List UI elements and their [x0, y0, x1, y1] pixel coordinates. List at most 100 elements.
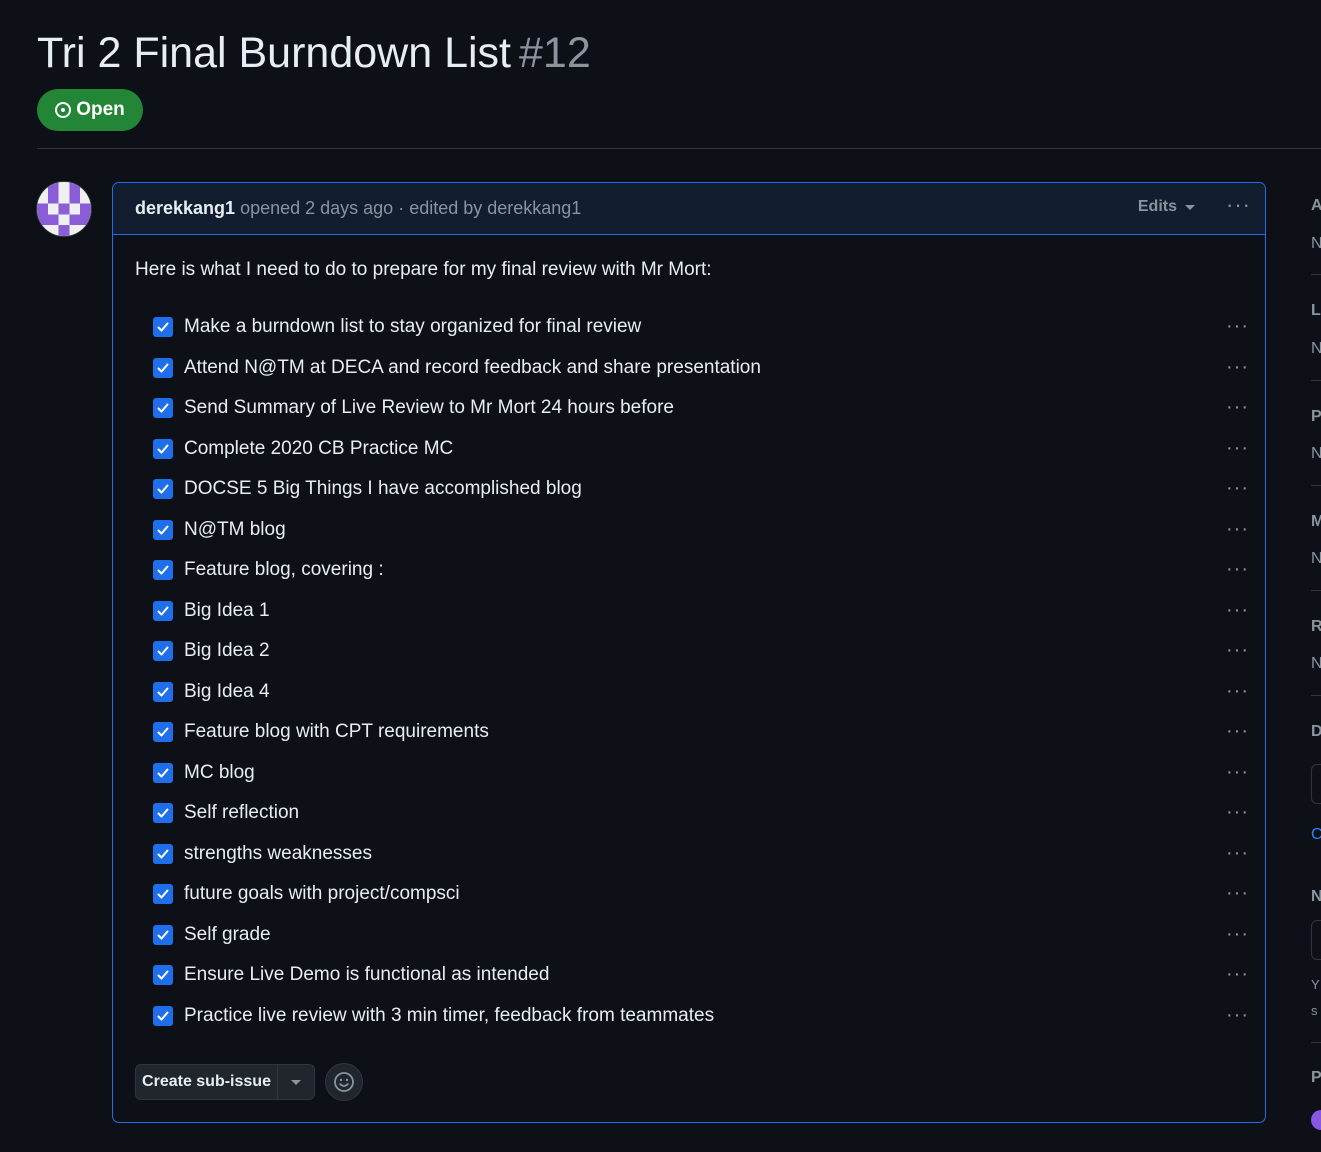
sidebar-subscribe-button[interactable]: [1311, 920, 1321, 960]
task-options-icon[interactable]: ···: [1226, 1004, 1249, 1027]
task-checkbox[interactable]: [153, 722, 173, 743]
sidebar-heading-assignees[interactable]: A: [1311, 197, 1321, 215]
check-icon: [157, 525, 169, 535]
task-checkbox[interactable]: [153, 317, 173, 338]
check-icon: [157, 484, 169, 494]
task-list-item: DOCSE 5 Big Things I have accomplished b…: [153, 469, 1253, 510]
task-text: Self reflection: [184, 802, 300, 824]
task-checkbox[interactable]: [153, 884, 173, 905]
sidebar-divider: [1311, 274, 1321, 275]
issue-number: #12: [519, 29, 591, 77]
add-reaction-button[interactable]: [325, 1063, 363, 1101]
task-options-icon[interactable]: ···: [1226, 518, 1249, 541]
task-checkbox[interactable]: [153, 357, 173, 378]
header-divider: [37, 148, 1321, 149]
comment-header: derekkang1 opened 2 days ago · edited by…: [113, 183, 1265, 235]
participant-avatar[interactable]: [1311, 1110, 1321, 1130]
task-checkbox[interactable]: [153, 519, 173, 540]
task-text: Ensure Live Demo is functional as intend…: [184, 964, 550, 986]
task-list: Make a burndown list to stay organized f…: [153, 307, 1253, 1036]
task-options-icon[interactable]: ···: [1226, 761, 1249, 784]
task-checkbox[interactable]: [153, 600, 173, 621]
sidebar-heading-labels[interactable]: L: [1311, 302, 1321, 320]
create-sub-issue-dropdown[interactable]: [278, 1065, 314, 1099]
task-checkbox[interactable]: [153, 924, 173, 945]
task-options-icon[interactable]: ···: [1226, 396, 1249, 419]
status-badge-open: Open: [37, 89, 143, 131]
sidebar-divider: [1311, 1042, 1321, 1043]
task-text: Send Summary of Live Review to Mr Mort 2…: [184, 397, 674, 419]
check-icon: [157, 646, 169, 656]
sidebar-value-projects: N: [1311, 445, 1321, 462]
sidebar-create-branch-link[interactable]: C: [1311, 826, 1321, 844]
task-text: Attend N@TM at DECA and record feedback …: [184, 356, 761, 378]
task-list-item: Send Summary of Live Review to Mr Mort 2…: [153, 388, 1253, 429]
task-list-item: Big Idea 2 ···: [153, 631, 1253, 672]
comment-intro: Here is what I need to do to prepare for…: [135, 259, 712, 280]
task-text: future goals with project/compsci: [184, 883, 460, 905]
task-options-icon[interactable]: ···: [1226, 315, 1249, 338]
task-checkbox[interactable]: [153, 843, 173, 864]
task-options-icon[interactable]: ···: [1226, 842, 1249, 865]
task-text: Practice live review with 3 min timer, f…: [184, 1004, 715, 1026]
task-options-icon[interactable]: ···: [1226, 963, 1249, 986]
create-sub-issue-label[interactable]: Create sub-issue: [136, 1065, 278, 1099]
task-list-item: Self grade ···: [153, 915, 1253, 956]
check-icon: [157, 808, 169, 818]
task-checkbox[interactable]: [153, 641, 173, 662]
task-checkbox[interactable]: [153, 762, 173, 783]
author-avatar[interactable]: [37, 182, 91, 236]
create-sub-issue-button[interactable]: Create sub-issue: [135, 1064, 315, 1100]
task-checkbox[interactable]: [153, 438, 173, 459]
sidebar-value-milestone: N: [1311, 550, 1321, 567]
comment-options-icon[interactable]: ···: [1226, 194, 1251, 216]
task-options-icon[interactable]: ···: [1226, 558, 1249, 581]
task-text: Make a burndown list to stay organized f…: [184, 316, 642, 338]
task-options-icon[interactable]: ···: [1226, 477, 1249, 500]
check-icon: [157, 727, 169, 737]
check-icon: [157, 565, 169, 575]
check-icon: [157, 687, 169, 697]
check-icon: [157, 849, 169, 859]
sidebar-heading-projects[interactable]: P: [1311, 408, 1321, 426]
sidebar-development-box[interactable]: [1311, 764, 1321, 804]
task-checkbox[interactable]: [153, 1005, 173, 1026]
task-options-icon[interactable]: ···: [1226, 801, 1249, 824]
task-checkbox[interactable]: [153, 681, 173, 702]
check-icon: [157, 768, 169, 778]
sidebar-divider: [1311, 590, 1321, 591]
sidebar-notification-note: Y: [1311, 977, 1320, 992]
sidebar-notification-note-line: s: [1311, 1003, 1318, 1018]
author-link[interactable]: derekkang1: [135, 198, 235, 219]
task-options-icon[interactable]: ···: [1226, 437, 1249, 460]
sidebar-heading-participants: P: [1311, 1069, 1321, 1086]
sidebar-heading-milestone[interactable]: M: [1311, 513, 1321, 531]
issue-opened-icon: [55, 102, 72, 118]
check-icon: [157, 889, 169, 899]
edits-label: Edits: [1137, 198, 1177, 215]
task-list-item: Practice live review with 3 min timer, f…: [153, 996, 1253, 1037]
sidebar-heading-development[interactable]: D: [1311, 723, 1321, 741]
check-icon: [157, 363, 169, 373]
edits-dropdown[interactable]: Edits: [1138, 198, 1195, 216]
task-list-item: Complete 2020 CB Practice MC ···: [153, 429, 1253, 470]
sidebar-divider: [1311, 485, 1321, 486]
task-options-icon[interactable]: ···: [1226, 356, 1249, 379]
task-list-item: MC blog ···: [153, 753, 1253, 794]
sidebar-heading-relationships[interactable]: R: [1311, 618, 1321, 636]
task-options-icon[interactable]: ···: [1226, 882, 1249, 905]
task-checkbox[interactable]: [153, 560, 173, 581]
task-list-item: future goals with project/compsci ···: [153, 874, 1253, 915]
task-checkbox[interactable]: [153, 479, 173, 500]
task-options-icon[interactable]: ···: [1226, 923, 1249, 946]
task-checkbox[interactable]: [153, 803, 173, 824]
task-options-icon[interactable]: ···: [1226, 720, 1249, 743]
task-options-icon[interactable]: ···: [1226, 599, 1249, 622]
task-options-icon[interactable]: ···: [1226, 680, 1249, 703]
task-text: Complete 2020 CB Practice MC: [184, 437, 454, 459]
task-checkbox[interactable]: [153, 398, 173, 419]
task-options-icon[interactable]: ···: [1226, 639, 1249, 662]
sidebar-divider: [1311, 380, 1321, 381]
task-list-item: Feature blog, covering : ···: [153, 550, 1253, 591]
task-checkbox[interactable]: [153, 965, 173, 986]
